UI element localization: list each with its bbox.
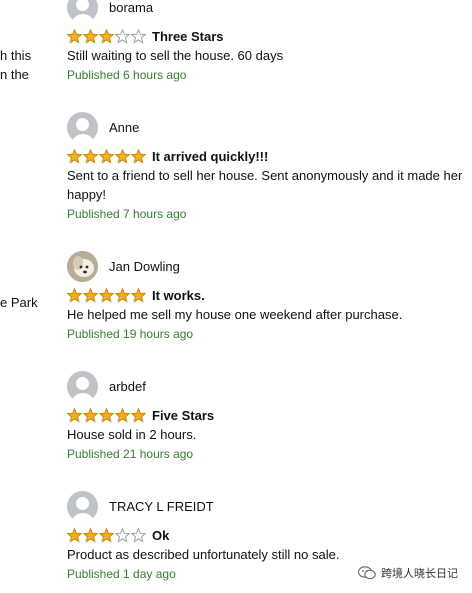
star-rating xyxy=(67,28,147,44)
cropped-text-fragment: e Park xyxy=(0,295,38,310)
star-filled-icon xyxy=(115,287,130,303)
star-filled-icon xyxy=(99,28,114,44)
review-text: Still waiting to sell the house. 60 days xyxy=(67,48,284,63)
review-item: Jan Dowling It works. He helped me sell … xyxy=(67,250,472,343)
author-name[interactable]: borama xyxy=(109,0,153,15)
star-filled-icon xyxy=(67,148,82,164)
wechat-icon xyxy=(358,566,376,580)
star-filled-icon xyxy=(99,407,114,423)
star-empty-icon xyxy=(115,527,130,543)
review-author[interactable]: borama xyxy=(67,0,472,23)
published-time: Published 6 hours ago xyxy=(67,68,187,82)
watermark-text: 跨境人晓长日记 xyxy=(381,568,458,580)
default-avatar-icon xyxy=(67,0,98,23)
review-text: House sold in 2 hours. xyxy=(67,427,197,442)
star-rating xyxy=(67,407,147,423)
review-title[interactable]: Five Stars xyxy=(152,408,214,423)
review-text: Sent to a friend to sell her house. Sent… xyxy=(67,168,463,202)
review-author[interactable]: arbdef xyxy=(67,370,472,402)
review-title[interactable]: It works. xyxy=(152,288,205,303)
star-filled-icon xyxy=(131,148,146,164)
star-filled-icon xyxy=(83,287,98,303)
review-item: Anne It arrived quickly!!! Sent to a fri… xyxy=(67,111,472,223)
author-name[interactable]: arbdef xyxy=(109,379,146,394)
review-text: He helped me sell my house one weekend a… xyxy=(67,307,403,322)
star-empty-icon xyxy=(115,28,130,44)
review-text: Product as described unfortunately still… xyxy=(67,547,340,562)
star-filled-icon xyxy=(83,527,98,543)
watermark: 跨境人晓长日记 xyxy=(358,565,458,581)
star-filled-icon xyxy=(83,28,98,44)
star-empty-icon xyxy=(131,28,146,44)
star-filled-icon xyxy=(131,287,146,303)
star-filled-icon xyxy=(67,407,82,423)
review-author[interactable]: Jan Dowling xyxy=(67,250,472,282)
star-filled-icon xyxy=(83,148,98,164)
cropped-text-fragment: n the xyxy=(0,67,29,82)
star-filled-icon xyxy=(99,287,114,303)
star-filled-icon xyxy=(115,407,130,423)
star-rating xyxy=(67,148,147,164)
default-avatar-icon xyxy=(67,370,98,402)
review-title[interactable]: Ok xyxy=(152,528,169,543)
published-time: Published 19 hours ago xyxy=(67,327,194,341)
star-filled-icon xyxy=(131,407,146,423)
published-time: Published 21 hours ago xyxy=(67,447,194,461)
star-rating xyxy=(67,287,147,303)
review-author[interactable]: TRACY L FREIDT xyxy=(67,490,472,522)
star-filled-icon xyxy=(115,148,130,164)
dog-photo-avatar-icon xyxy=(67,250,98,282)
star-filled-icon xyxy=(83,407,98,423)
default-avatar-icon xyxy=(67,111,98,143)
cropped-text-fragment: h this xyxy=(0,48,32,63)
star-empty-icon xyxy=(131,527,146,543)
star-filled-icon xyxy=(67,28,82,44)
star-filled-icon xyxy=(67,287,82,303)
review-title[interactable]: Three Stars xyxy=(152,29,224,44)
author-name[interactable]: Jan Dowling xyxy=(109,259,180,274)
author-name[interactable]: TRACY L FREIDT xyxy=(109,499,214,514)
published-time: Published 7 hours ago xyxy=(67,207,187,221)
star-filled-icon xyxy=(99,527,114,543)
star-filled-icon xyxy=(99,148,114,164)
star-filled-icon xyxy=(67,527,82,543)
default-avatar-icon xyxy=(67,490,98,522)
star-rating xyxy=(67,527,147,543)
review-item: arbdef Five Stars House sold in 2 hours.… xyxy=(67,370,472,463)
review-title[interactable]: It arrived quickly!!! xyxy=(152,149,268,164)
review-author[interactable]: Anne xyxy=(67,111,472,143)
review-item: borama Three Stars Still waiting to sell… xyxy=(67,0,472,84)
author-name[interactable]: Anne xyxy=(109,120,139,135)
